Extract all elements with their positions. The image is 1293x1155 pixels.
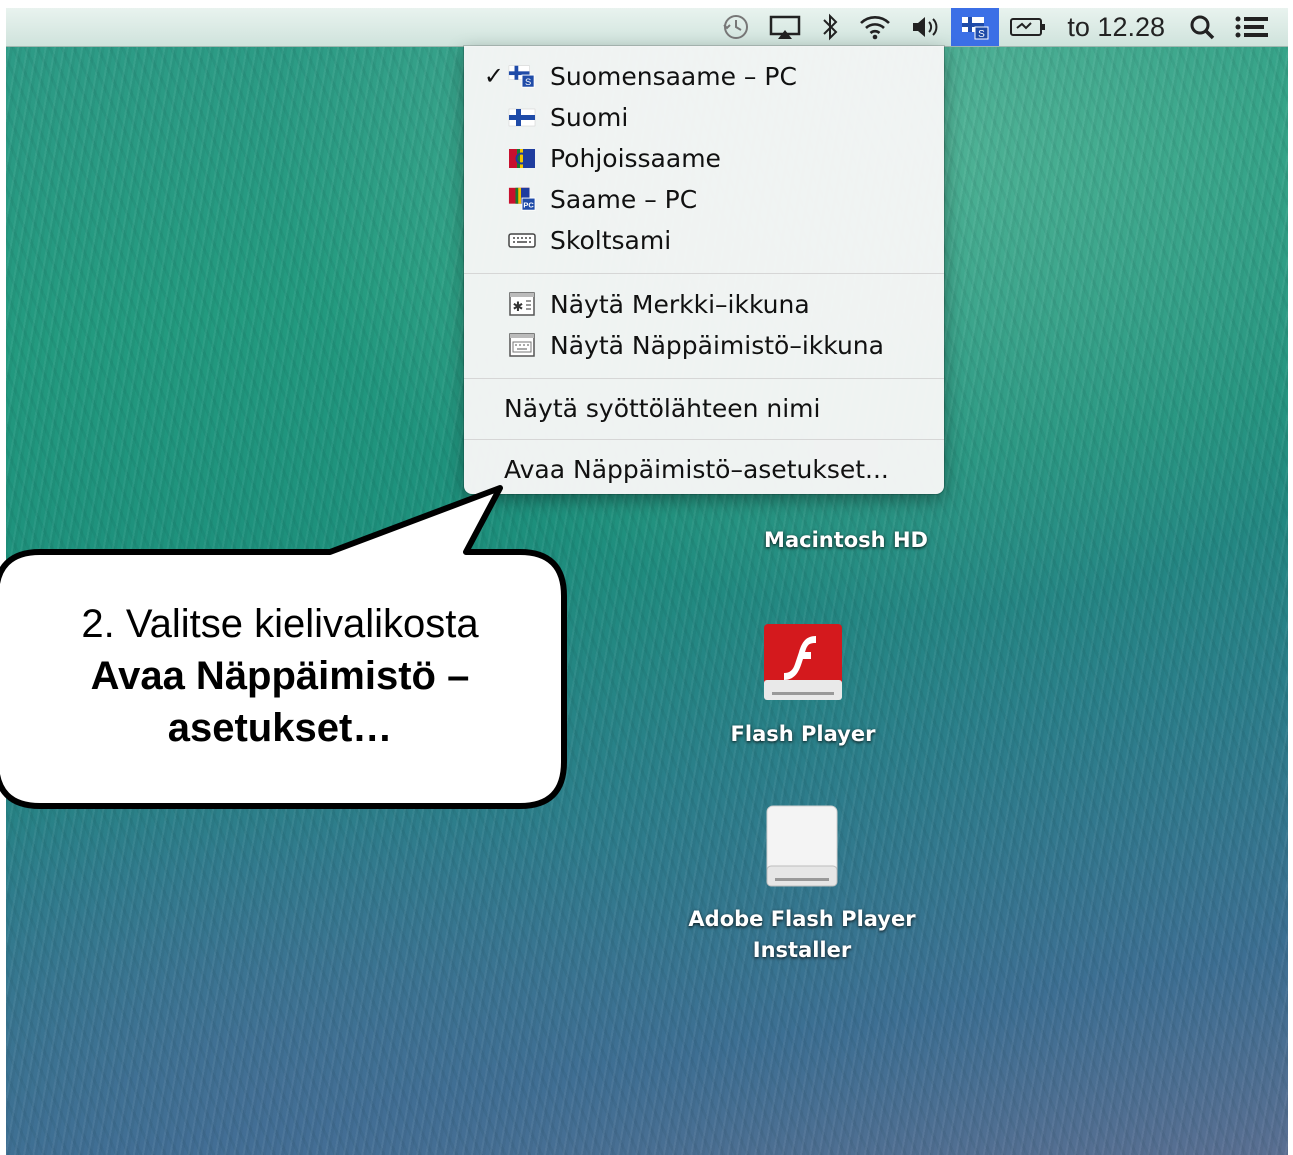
- menu-item-open-keyboard-preferences[interactable]: Avaa Näppäimistö–asetukset...: [464, 449, 944, 489]
- menu-item-show-input-source-name[interactable]: Näytä syöttölähteen nimi: [464, 388, 944, 428]
- flash-player-label: Flash Player: [730, 722, 876, 746]
- menu-separator: [464, 439, 944, 440]
- callout-line-1: 2. Valitse kielivalikosta: [81, 602, 479, 646]
- keyboard-icon: [508, 228, 536, 252]
- notification-center-icon[interactable]: [1225, 8, 1288, 46]
- svg-text:✱: ✱: [513, 300, 524, 315]
- menu-item-show-character-viewer[interactable]: ✱ Näytä Merkki–ikkuna: [464, 284, 944, 324]
- menu-separator: [464, 378, 944, 379]
- sami-flag-icon: [508, 146, 536, 170]
- airplay-icon[interactable]: [759, 8, 811, 46]
- menu-item-label: Suomi: [550, 102, 629, 132]
- menu-bar-clock[interactable]: to 12.28: [1057, 8, 1179, 46]
- menu-item-suomi[interactable]: Suomi: [464, 97, 944, 137]
- callout-bold-2: asetukset…: [167, 706, 393, 750]
- callout-line-3: asetukset…: [30, 702, 530, 754]
- menu-item-label: Avaa Näppäimistö–asetukset...: [504, 454, 889, 484]
- sami-flag-pc-icon: PC: [508, 187, 536, 211]
- menu-item-skoltsami[interactable]: Skoltsami: [464, 220, 944, 260]
- callout-line-2: Avaa Näppäimistö –: [30, 650, 530, 702]
- menu-item-label: Saame – PC: [550, 184, 698, 214]
- character-viewer-icon: ✱: [508, 292, 536, 316]
- finnish-flag-icon: [508, 105, 536, 129]
- flash-installer-desktop-icon[interactable]: Adobe Flash Player Installer: [670, 804, 934, 966]
- finnish-flag-s-icon: S: [508, 64, 536, 88]
- menu-separator: [464, 273, 944, 274]
- menu-item-label: Suomensaame – PC: [550, 61, 797, 91]
- time-machine-icon[interactable]: [713, 8, 759, 46]
- installer-volume-icon: [766, 805, 838, 887]
- callout-bold-1: Avaa Näppäimistö –: [90, 654, 470, 698]
- installer-label-line1: Adobe Flash Player: [688, 907, 916, 931]
- menu-bar: S to 12.28: [6, 8, 1288, 47]
- desktop: S to 12.28 Macintosh HD Flash Player Ado…: [6, 8, 1288, 1155]
- svg-text:PC: PC: [523, 200, 534, 209]
- menu-item-label: Pohjoissaame: [550, 143, 721, 173]
- menu-item-label: Näytä syöttölähteen nimi: [504, 393, 821, 423]
- menu-item-label: Näytä Näppäimistö–ikkuna: [550, 330, 884, 360]
- input-source-menu: ✓ S Suomensaame – PC Suomi Pohjoissaame …: [464, 46, 944, 494]
- wifi-icon[interactable]: [849, 8, 901, 46]
- menu-item-label: Näytä Merkki–ikkuna: [550, 289, 810, 319]
- macintosh-hd-label: Macintosh HD: [764, 528, 928, 552]
- keyboard-viewer-icon: [508, 333, 536, 357]
- battery-icon[interactable]: [999, 8, 1057, 46]
- spotlight-icon[interactable]: [1179, 8, 1225, 46]
- menu-item-suomensaame-pc[interactable]: ✓ S Suomensaame – PC: [464, 56, 944, 96]
- menu-item-label: Skoltsami: [550, 225, 672, 255]
- flash-player-desktop-icon[interactable]: Flash Player: [696, 620, 910, 746]
- menu-item-show-keyboard-viewer[interactable]: Näytä Näppäimistö–ikkuna: [464, 325, 944, 365]
- menu-item-pohjoissaame[interactable]: Pohjoissaame: [464, 138, 944, 178]
- flash-player-icon: [764, 624, 842, 700]
- bluetooth-icon[interactable]: [811, 8, 849, 46]
- volume-icon[interactable]: [901, 8, 951, 46]
- input-source-flag-icon[interactable]: S: [951, 8, 1000, 46]
- svg-text:S: S: [979, 29, 986, 40]
- checkmark-icon: ✓: [483, 62, 504, 90]
- menu-item-saame-pc[interactable]: PC Saame – PC: [464, 179, 944, 219]
- installer-label-line2: Installer: [752, 938, 852, 962]
- callout-text: 2. Valitse kielivalikosta Avaa Näppäimis…: [30, 598, 530, 754]
- svg-text:S: S: [525, 77, 531, 87]
